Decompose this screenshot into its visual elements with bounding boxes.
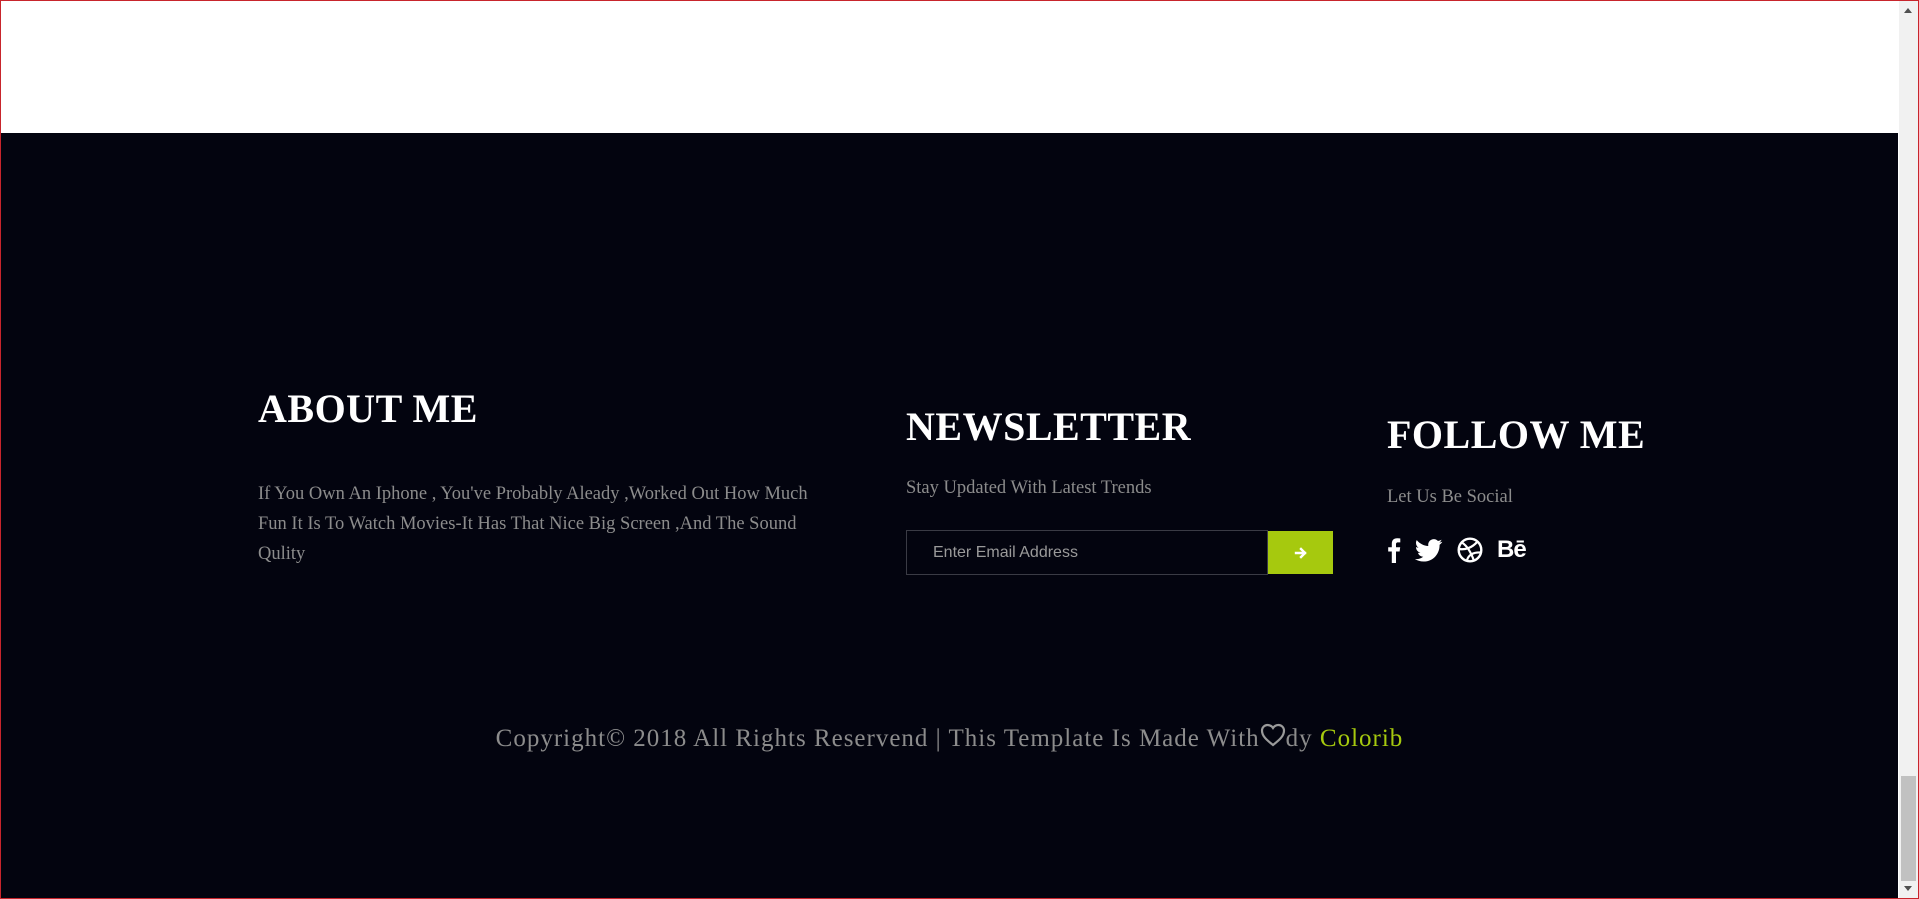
colorlib-link[interactable]: Colorib [1320,725,1403,752]
scroll-down-arrow-icon[interactable] [1904,886,1912,891]
email-input[interactable] [906,530,1268,575]
facebook-icon[interactable] [1387,536,1401,564]
copyright: Copyright© 2018 All Rights Reservend | T… [1,723,1898,754]
behance-label: Bē [1497,536,1527,563]
twitter-icon[interactable] [1415,536,1443,564]
about-title: ABOUT ME [258,386,478,431]
newsletter-form [906,530,1333,575]
behance-icon[interactable]: Bē [1497,536,1527,564]
follow-subtitle: Let Us Be Social [1387,487,1513,507]
copyright-by: dy [1285,725,1320,752]
dribbble-icon[interactable] [1457,536,1483,564]
about-text: If You Own An Iphone , You've Probably A… [258,484,808,564]
newsletter-title: NEWSLETTER [906,404,1192,449]
subscribe-button[interactable] [1268,531,1333,574]
follow-title: FOLLOW ME [1387,412,1646,457]
scrollbar-thumb[interactable] [1901,776,1916,881]
social-links: Bē [1387,536,1527,564]
scroll-up-arrow-icon[interactable] [1904,8,1912,13]
page-top-area [1,1,1898,133]
arrow-right-icon [1294,546,1307,559]
scrollbar[interactable] [1899,1,1918,898]
footer: ABOUT ME If You Own An Iphone , You've P… [1,133,1898,898]
browser-viewport: ABOUT ME If You Own An Iphone , You've P… [0,0,1919,899]
heart-icon [1260,723,1286,754]
newsletter-subtitle: Stay Updated With Latest Trends [906,478,1152,498]
copyright-text: Copyright© 2018 All Rights Reservend | T… [495,725,1260,752]
